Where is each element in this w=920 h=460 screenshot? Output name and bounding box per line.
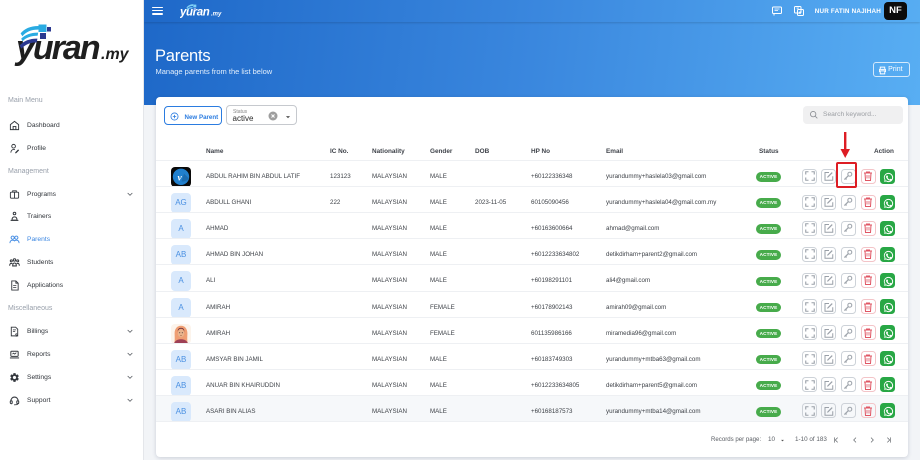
- svg-text:.my: .my: [101, 46, 130, 63]
- svg-text:yuran: yuran: [14, 29, 100, 67]
- svg-text:.my: .my: [211, 12, 222, 18]
- svg-text:$: $: [15, 332, 18, 337]
